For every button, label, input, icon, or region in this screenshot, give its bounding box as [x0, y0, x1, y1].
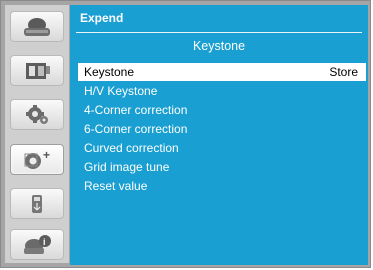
- sidebar-settings-button[interactable]: [10, 99, 64, 130]
- menu-item-label: Reset value: [84, 179, 148, 193]
- usb-icon: [32, 194, 42, 213]
- title-divider: [76, 32, 362, 33]
- menu-item-hv-keystone[interactable]: H/V Keystone: [78, 82, 366, 100]
- svg-text:+: +: [43, 148, 50, 162]
- panel-title: Expend: [80, 11, 124, 25]
- menu-item-curved[interactable]: Curved correction: [78, 139, 366, 157]
- osd-window: + i Expend Keystone Keystone Store H/V K…: [0, 0, 371, 268]
- sidebar: + i: [5, 5, 69, 263]
- menu-item-6-corner[interactable]: 6-Corner correction: [78, 120, 366, 138]
- menu-item-label: Keystone: [84, 65, 135, 79]
- display-icon: [24, 17, 50, 36]
- sidebar-usb-button[interactable]: [10, 188, 64, 219]
- sidebar-image-adjust-button[interactable]: [10, 55, 64, 86]
- sidebar-display-button[interactable]: [10, 11, 64, 42]
- menu-item-keystone[interactable]: Keystone Store: [78, 63, 366, 81]
- info-icon: i: [24, 234, 51, 254]
- image-adjust-icon: [26, 62, 50, 79]
- menu-item-label: H/V Keystone: [84, 84, 158, 98]
- menu-item-value: Store: [329, 65, 358, 79]
- panel-subtitle: Keystone: [192, 39, 246, 53]
- menu-item-label: 6-Corner correction: [84, 122, 188, 136]
- sidebar-info-button[interactable]: i: [10, 229, 64, 260]
- menu-item-label: Grid image tune: [84, 160, 170, 174]
- menu-item-reset-value[interactable]: Reset value: [78, 177, 366, 195]
- sidebar-expand-button[interactable]: +: [10, 144, 64, 175]
- menu-item-grid-image-tune[interactable]: Grid image tune: [78, 158, 366, 176]
- menu-item-label: 4-Corner correction: [84, 103, 188, 117]
- menu-item-label: Curved correction: [84, 141, 179, 155]
- settings-gear-icon: [26, 104, 48, 124]
- menu-item-4-corner[interactable]: 4-Corner correction: [78, 101, 366, 119]
- expand-settings-icon: +: [24, 148, 50, 169]
- expend-panel: Expend Keystone Keystone Store H/V Keyst…: [70, 5, 368, 265]
- svg-text:i: i: [43, 237, 46, 247]
